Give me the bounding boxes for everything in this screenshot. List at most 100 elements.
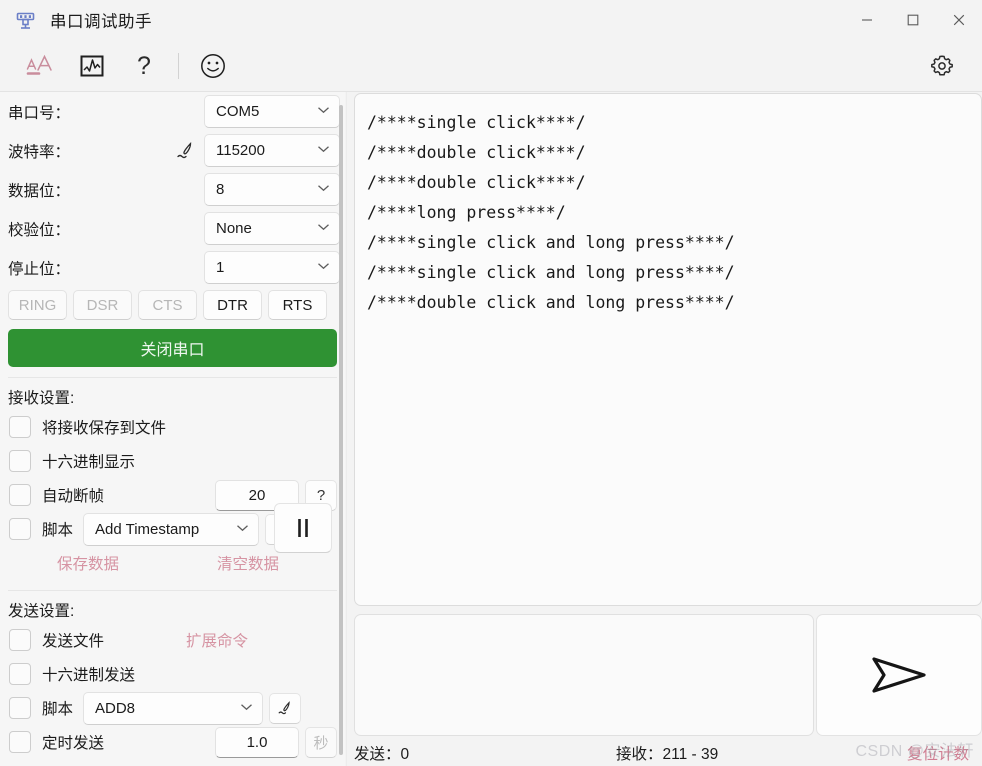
paritybits-label: 校验位： <box>8 221 71 239</box>
serial-field-row: 停止位： 1 <box>0 248 345 287</box>
sent-count: 发送：0 <box>354 746 410 763</box>
pause-icon[interactable] <box>274 503 332 553</box>
stopbits-label: 停止位： <box>8 260 71 278</box>
send-script-select[interactable]: ADD8 <box>83 691 264 725</box>
recv-script-select[interactable]: Add Timestamp <box>83 512 260 546</box>
serial-field-row: 波特率： 115200 <box>0 131 345 170</box>
baudrate-select[interactable]: 115200 <box>204 134 340 167</box>
send-settings-title: 发送设置: <box>8 603 75 620</box>
status-bar: 发送：0 接收：211 - 39 复位计数 <box>345 740 982 766</box>
pen-edit-icon[interactable] <box>168 139 204 163</box>
send-script-row: 脚本 ADD8 <box>0 691 345 725</box>
settings-panel: 串口号： COM5 波特率： 115200 数据位： 8 校验位： None 停… <box>0 92 345 766</box>
save-data-link[interactable]: 保存数据 <box>8 552 168 574</box>
hex-display-label: 十六进制显示 <box>42 454 136 471</box>
title-bar: 串口调试助手 <box>0 0 982 40</box>
flag-rts[interactable]: RTS <box>268 290 327 320</box>
settings-panel-scrollbar[interactable] <box>339 105 343 755</box>
paritybits-value: None <box>216 220 252 237</box>
auto-frame-checkbox[interactable] <box>9 484 31 506</box>
paritybits-select[interactable]: None <box>204 212 340 245</box>
auto-frame-label: 自动断帧 <box>42 488 105 505</box>
font-size-icon[interactable] <box>14 42 66 90</box>
modem-flags-row: RING DSR CTS DTR RTS <box>0 287 345 323</box>
send-script-checkbox[interactable] <box>9 697 31 719</box>
save-to-file-label: 将接收保存到文件 <box>42 420 167 437</box>
maximize-button[interactable] <box>890 0 936 40</box>
port-value: COM5 <box>216 103 260 120</box>
chevron-down-icon <box>317 106 330 117</box>
hex-send-row[interactable]: 十六进制发送 <box>0 657 345 691</box>
svg-text:?: ? <box>137 52 151 80</box>
extended-command-link[interactable]: 扩展命令 <box>186 629 248 651</box>
save-to-file-checkbox[interactable] <box>9 416 31 438</box>
recv-script-label: 脚本 <box>42 522 74 539</box>
flag-dtr[interactable]: DTR <box>203 290 262 320</box>
chevron-down-icon <box>317 262 330 273</box>
databits-value: 8 <box>216 181 225 198</box>
hex-display-checkbox[interactable] <box>9 450 31 472</box>
hex-send-checkbox[interactable] <box>9 663 31 685</box>
minimize-button[interactable] <box>844 0 890 40</box>
serial-field-row: 校验位： None <box>0 209 345 248</box>
timed-send-input[interactable]: 1.0 <box>215 726 299 758</box>
gear-icon[interactable] <box>916 42 968 90</box>
databits-label: 数据位： <box>8 182 71 200</box>
receive-settings-title: 接收设置: <box>8 390 75 407</box>
clear-data-link[interactable]: 清空数据 <box>168 552 328 574</box>
send-file-row: 发送文件 扩展命令 <box>0 623 345 657</box>
recv-script-value: Add Timestamp <box>95 520 200 538</box>
waveform-chart-icon[interactable] <box>66 42 118 90</box>
serial-field-row: 数据位： 8 <box>0 170 345 209</box>
receive-text: /****single click****/ /****double click… <box>367 113 735 312</box>
databits-select[interactable]: 8 <box>204 173 340 206</box>
serial-port-icon <box>14 9 36 31</box>
send-script-label: 脚本 <box>42 701 74 718</box>
received-count: 接收：211 - 39 <box>616 746 719 763</box>
baudrate-label: 波特率： <box>8 143 71 161</box>
receive-display-area[interactable]: /****single click****/ /****double click… <box>354 93 982 606</box>
panel-divider <box>346 92 347 766</box>
send-paper-plane-icon <box>872 657 926 693</box>
window-controls <box>844 0 982 40</box>
serial-field-row: 串口号： COM5 <box>0 92 345 131</box>
send-file-checkbox[interactable] <box>9 629 31 651</box>
port-select[interactable]: COM5 <box>204 95 340 128</box>
stopbits-value: 1 <box>216 259 225 276</box>
flag-dsr[interactable]: DSR <box>73 290 132 320</box>
help-icon[interactable]: ? <box>118 42 170 90</box>
serial-assistant-window: 串口调试助手 ? 串口号： COM5 波特率： 115200 数据位： 8 校验… <box>0 0 982 766</box>
toggle-port-button[interactable]: 关闭串口 <box>8 329 337 367</box>
stopbits-select[interactable]: 1 <box>204 251 340 284</box>
send-script-edit-icon[interactable] <box>269 692 302 724</box>
timed-send-row: 定时发送 1.0 秒 <box>0 725 345 759</box>
send-script-value: ADD8 <box>95 699 136 717</box>
flag-cts[interactable]: CTS <box>138 290 197 320</box>
hex-display-row[interactable]: 十六进制显示 <box>0 444 345 478</box>
timed-send-checkbox[interactable] <box>9 731 31 753</box>
timed-send-unit-label: 秒 <box>305 726 337 758</box>
timed-send-label: 定时发送 <box>42 735 105 752</box>
recv-script-checkbox[interactable] <box>9 518 31 540</box>
send-button[interactable] <box>816 614 982 736</box>
send-file-label: 发送文件 <box>42 633 105 650</box>
reset-count-link[interactable]: 复位计数 <box>907 742 969 764</box>
flag-ring[interactable]: RING <box>8 290 67 320</box>
close-button[interactable] <box>936 0 982 40</box>
chevron-down-icon <box>240 703 253 714</box>
smiley-icon[interactable] <box>187 42 239 90</box>
baudrate-value: 115200 <box>216 142 265 159</box>
window-title: 串口调试助手 <box>50 13 152 31</box>
toolbar: ? <box>0 40 982 92</box>
chevron-down-icon <box>236 524 249 535</box>
chevron-down-icon <box>317 145 330 156</box>
section-divider <box>8 377 337 378</box>
hex-send-label: 十六进制发送 <box>42 667 136 684</box>
chevron-down-icon <box>317 223 330 234</box>
section-divider <box>8 590 337 591</box>
send-input-area[interactable] <box>354 614 814 736</box>
toolbar-divider <box>178 53 179 79</box>
save-to-file-row[interactable]: 将接收保存到文件 <box>0 410 345 444</box>
chevron-down-icon <box>317 184 330 195</box>
port-label: 串口号： <box>8 104 71 122</box>
